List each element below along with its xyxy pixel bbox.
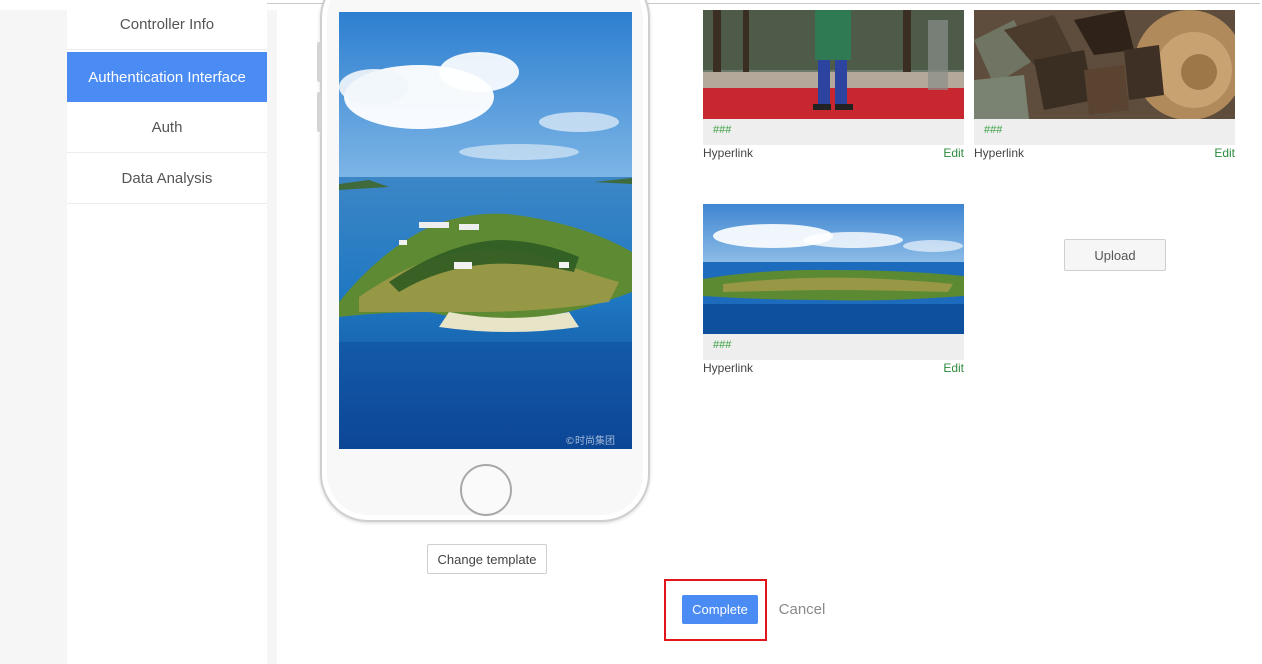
photo-person [703, 10, 964, 119]
card-image [974, 10, 1235, 119]
hyperlink-text[interactable]: Hyperlink [974, 146, 1024, 160]
sidebar: Controller Info Authentication Interface… [67, 0, 267, 664]
edit-link[interactable]: Edit [943, 146, 964, 160]
card-footer: Hyperlink Edit [974, 145, 1235, 163]
change-template-label: Change template [437, 551, 537, 567]
watermark-text: ©时尚集团 [565, 434, 615, 447]
phone-screen-image: ©时尚集团 [339, 12, 632, 449]
image-card: ### Hyperlink Edit [703, 10, 964, 163]
sidebar-item-label: Controller Info [119, 16, 215, 33]
content-divider [267, 10, 277, 664]
card-image [703, 10, 964, 119]
upload-label: Upload [1094, 247, 1136, 263]
image-card: ### Hyperlink Edit [703, 204, 964, 378]
edit-link[interactable]: Edit [943, 361, 964, 375]
complete-button[interactable]: Complete [682, 595, 758, 624]
sidebar-item-label: Auth [151, 118, 183, 136]
phone-volume-button [317, 92, 321, 132]
address-bar-edge [92, 3, 1260, 4]
phone-preview: ©时尚集团 [317, 0, 650, 522]
upload-button[interactable]: Upload [1064, 239, 1166, 271]
island-photo: ©时尚集团 [339, 12, 632, 449]
left-gutter [0, 10, 67, 664]
sidebar-item-label: Data Analysis [121, 169, 213, 187]
card-footer: Hyperlink Edit [703, 360, 964, 378]
card-code: ### [974, 119, 1235, 145]
main-content: ©时尚集团 Change template ### Hyperlink Edit… [277, 0, 1262, 664]
photo-island [703, 204, 964, 334]
hyperlink-text[interactable]: Hyperlink [703, 361, 753, 375]
sidebar-item-data-analysis[interactable]: Data Analysis [67, 153, 267, 204]
photo-wood [974, 10, 1235, 119]
phone-volume-button [317, 42, 321, 82]
sidebar-item-authentication-interface[interactable]: Authentication Interface [67, 52, 267, 102]
sidebar-item-label: Authentication Interface [88, 68, 246, 86]
card-footer: Hyperlink Edit [703, 145, 964, 163]
sidebar-item-controller-info[interactable]: Controller Info [67, 0, 267, 50]
edit-link[interactable]: Edit [1214, 146, 1235, 160]
change-template-button[interactable]: Change template [427, 544, 547, 574]
phone-home-button [460, 464, 512, 516]
cancel-button[interactable]: Cancel [772, 595, 832, 624]
cancel-label: Cancel [778, 601, 826, 618]
card-code: ### [703, 119, 964, 145]
card-image [703, 204, 964, 334]
image-card: ### Hyperlink Edit [974, 10, 1235, 163]
sidebar-item-auth[interactable]: Auth [67, 102, 267, 153]
card-code: ### [703, 334, 964, 360]
hyperlink-text[interactable]: Hyperlink [703, 146, 753, 160]
complete-label: Complete [692, 602, 748, 617]
